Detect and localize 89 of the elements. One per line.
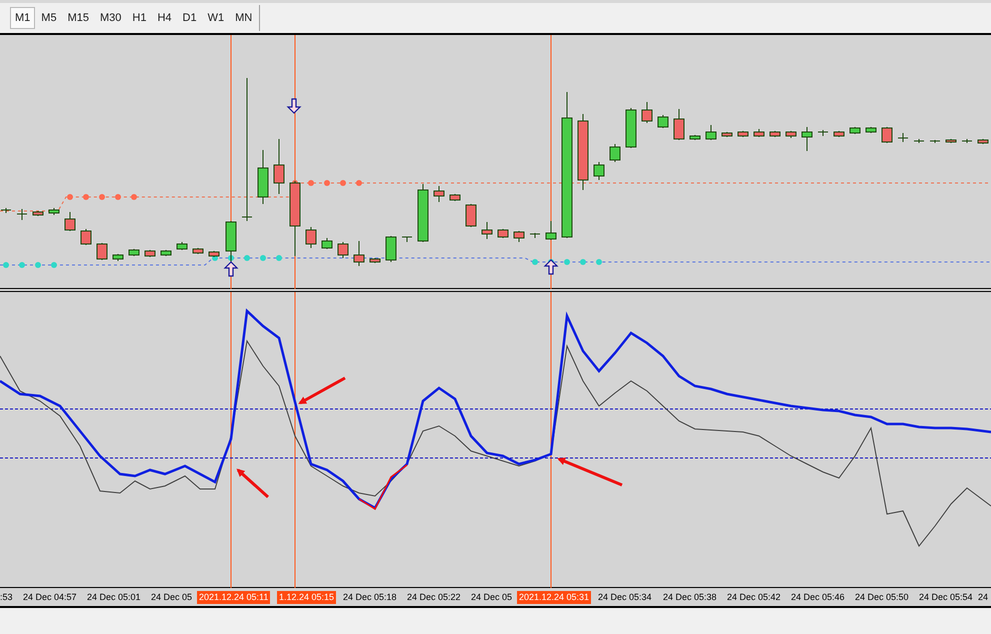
candle — [176, 242, 188, 250]
candle — [128, 248, 140, 256]
time-label: 24 Dec 05:01 — [87, 591, 141, 604]
candle — [64, 212, 76, 232]
candle — [802, 126, 812, 152]
time-label: 24 Dec 05:18 — [343, 591, 397, 604]
candle — [16, 208, 28, 220]
candle — [338, 242, 348, 258]
time-label: :53 — [0, 591, 13, 604]
candle — [386, 236, 396, 262]
candle — [786, 130, 796, 138]
time-label: 24 Dec 05 — [151, 591, 192, 604]
annotation-arrow — [298, 376, 346, 404]
time-label: 24 Dec 04:57 — [23, 591, 77, 604]
candle — [962, 138, 972, 144]
candle — [850, 126, 860, 134]
candle — [274, 138, 284, 194]
up-arrow-icon — [544, 259, 558, 275]
time-label: 24 Dec 05:34 — [598, 591, 652, 604]
candle — [434, 186, 444, 202]
candle — [978, 138, 988, 144]
candle — [898, 132, 908, 142]
annotation-arrow — [557, 458, 623, 486]
candle — [112, 254, 124, 262]
candle — [674, 108, 684, 140]
timeframe-button[interactable]: M1 — [10, 7, 36, 29]
candle — [322, 238, 332, 250]
candle — [754, 128, 764, 138]
candle — [626, 108, 636, 148]
time-label: 24 Dec 05:38 — [663, 591, 717, 604]
candle — [144, 250, 156, 258]
candle — [370, 258, 380, 264]
timeframe-button[interactable]: M30 — [94, 7, 126, 29]
candle — [930, 140, 940, 144]
candle — [208, 250, 220, 258]
candle — [706, 124, 716, 140]
candle — [818, 130, 828, 136]
candle — [610, 144, 620, 162]
candle — [914, 138, 924, 144]
candle — [834, 130, 844, 138]
candle — [658, 114, 668, 128]
candle — [514, 230, 524, 242]
timeframe-button[interactable]: M15 — [62, 7, 94, 29]
timeframe-button[interactable]: W1 — [202, 7, 230, 29]
up-arrow-icon — [224, 261, 238, 277]
time-label: 24 Dec 05:42 — [727, 591, 781, 604]
candle — [498, 228, 508, 238]
candle — [594, 162, 604, 180]
candle — [258, 150, 268, 204]
timeframe-button[interactable]: MN — [230, 7, 258, 29]
candle — [642, 102, 652, 124]
candle — [466, 204, 476, 228]
candle — [192, 248, 204, 254]
time-label: 24 Dec 05 — [471, 591, 512, 604]
down-arrow-icon — [286, 98, 302, 114]
candle — [450, 194, 460, 202]
candle — [770, 130, 780, 138]
candle — [530, 232, 540, 238]
time-label: 24 — [978, 591, 988, 604]
candle — [96, 242, 108, 260]
candle — [32, 210, 44, 216]
candle — [866, 126, 876, 134]
candle — [882, 126, 892, 144]
time-label: 24 Dec 05:22 — [407, 591, 461, 604]
annotation-arrow — [236, 468, 269, 498]
time-label: 24 Dec 05:46 — [791, 591, 845, 604]
candle — [80, 228, 92, 246]
timeframe-button[interactable]: D1 — [178, 7, 202, 29]
highlighted-time-label: 2021.12.24 05:31 — [517, 591, 592, 604]
highlighted-time-label: 1.12.24 05:15 — [277, 591, 336, 604]
candle — [402, 236, 412, 242]
candle — [722, 132, 732, 138]
timeframe-button[interactable]: H4 — [152, 7, 176, 29]
timeframe-button[interactable]: M5 — [36, 7, 62, 29]
candle — [306, 226, 316, 248]
candle — [418, 184, 428, 242]
candle — [160, 250, 172, 256]
candle — [546, 220, 556, 240]
timeframe-button[interactable]: H1 — [127, 7, 152, 29]
candle — [354, 240, 364, 266]
candle — [946, 138, 956, 144]
candle — [0, 208, 12, 214]
candle — [738, 130, 748, 138]
candle — [48, 208, 60, 216]
time-label: 24 Dec 05:54 — [919, 591, 973, 604]
time-label: 24 Dec 05:50 — [855, 591, 909, 604]
highlighted-time-label: 2021.12.24 05:11 — [197, 591, 270, 604]
candle — [690, 134, 700, 140]
candle — [482, 222, 492, 240]
